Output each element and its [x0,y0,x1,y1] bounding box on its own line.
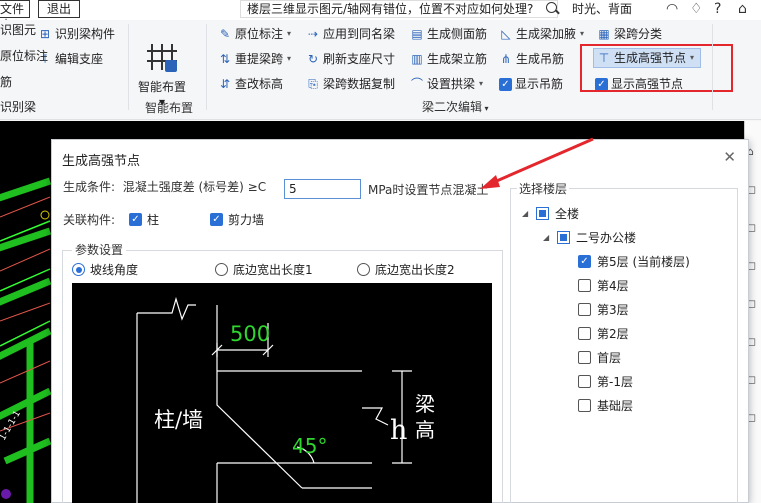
dialog-title: 生成高强节点 [62,154,141,169]
ribbon-item-left-0[interactable]: 识图元 [0,22,36,38]
radio-bottom-width-2[interactable]: 底边宽出长度2 [357,261,455,278]
shear-wall-checkbox[interactable]: ✓ 剪力墙 [210,211,264,228]
apply-icon: ⇢ [307,27,319,41]
checkbox-checked: ✓ [210,213,223,226]
tree-node-floor[interactable]: ✓ 第5层 (当前楼层) [578,253,690,270]
bell-icon[interactable]: ♢ [690,0,703,18]
gen-haunch-button[interactable]: ◺ 生成梁加腋 ▾ [499,26,584,42]
shirt-icon[interactable]: ⌂ [738,0,747,18]
tree-node-floor[interactable]: 基础层 [578,397,633,414]
checkbox-unchecked[interactable] [578,399,591,412]
collapse-icon[interactable]: ◢ [522,209,530,218]
beam-height-label-1: 梁 [415,392,435,416]
set-arch-beam-button[interactable]: ⌒ 设置拱梁 ▾ [410,76,483,92]
ribbon-item-left-cut[interactable]: 筋 [0,74,12,90]
group-label-smart: 智能布置 [145,101,194,115]
group-label-beam2: 梁二次编辑 ▾ [422,100,489,114]
strength-diff-input[interactable]: 5 [284,179,361,199]
tree-node-floor[interactable]: 第4层 [578,277,629,294]
headset-icon[interactable]: ◠ [666,0,678,18]
separator [712,24,713,110]
folder-button[interactable]: 文件夹 [0,0,30,32]
elevation-icon: ⇵ [219,77,231,91]
identify-icon: ⊞ [39,27,51,41]
node-preview: 500 柱/墙 45° h 梁 高 [72,283,492,503]
checkbox-checked: ✓ [129,213,142,226]
tree-node-floor[interactable]: 第2层 [578,325,629,342]
search-input[interactable]: 楼层三维显示图元/轴网有错位，位置不对应如何处理? [240,0,558,18]
tree-node-building[interactable]: ◢ 二号办公楼 [543,229,636,246]
original-annotation-button[interactable]: ✎ 原位标注 ▾ [218,26,291,42]
ribbon-item-left-4[interactable]: 识别梁 [0,99,36,115]
condition-label: 生成条件: 混凝土强度差 (标号差) ≥C [63,180,267,194]
h-label: h [390,415,407,446]
span-class-icon: ▦ [598,27,610,41]
exit-button[interactable]: 退出 [38,0,80,18]
apply-same-name-button[interactable]: ⇢ 应用到同名梁 [306,26,395,42]
related-members-label: 关联构件: [63,213,116,227]
checkbox-unchecked[interactable] [578,327,591,340]
checkbox-checked[interactable]: ✓ [578,255,591,268]
span-classify-button[interactable]: ▦ 梁跨分类 [597,26,662,42]
erect-rebar-icon: ▥ [411,52,423,66]
checkbox-unchecked[interactable] [578,375,591,388]
beam-height-label-2: 高 [415,418,435,442]
search-icon[interactable] [546,2,557,13]
show-hanger-checkbox[interactable]: ✓ 显示吊筋 [499,76,563,92]
node-diagram: 500 柱/墙 45° h 梁 高 [136,296,435,503]
radio-selected [72,263,85,276]
user-link[interactable]: 时光、背面 [572,0,632,18]
params-label: 参数设置 [72,241,127,258]
checkbox-unchecked[interactable] [578,351,591,364]
checkbox-unchecked[interactable] [578,303,591,316]
radio-unselected [215,263,228,276]
radio-bottom-width-1[interactable]: 底边宽出长度1 [215,261,313,278]
edit-support-button[interactable]: ⊺ 编辑支座 [38,51,103,67]
collapse-icon[interactable]: ◢ [543,233,551,242]
copy-icon: ⎘ [308,77,318,91]
column-wall-label: 柱/墙 [154,408,203,432]
refresh-support-button[interactable]: ↻ 刷新支座尺寸 [306,51,395,67]
radio-slope-angle[interactable]: 坡线角度 [72,261,138,278]
separator [128,24,129,110]
separator [206,24,207,110]
checkbox-partial[interactable] [536,207,549,220]
grid-layout-icon [147,42,177,72]
angle-label: 45° [292,434,327,458]
annotation-icon: ✎ [219,27,231,41]
side-rebar-icon: ▤ [411,27,423,41]
radio-unselected [357,263,370,276]
dim-500-label: 500 [230,322,270,346]
re-extract-span-button[interactable]: ⇅ 重提梁跨 ▾ [218,51,291,67]
help-icon[interactable]: ? [714,0,721,18]
check-elevation-button[interactable]: ⇵ 查改标高 [218,76,283,92]
checkbox-partial[interactable] [557,231,570,244]
copy-span-data-button[interactable]: ⎘ 梁跨数据复制 [306,76,395,92]
checkbox-checked: ✓ [499,77,512,91]
gen-hanger-button[interactable]: ⋔ 生成吊筋 [499,51,564,67]
checkbox-unchecked[interactable] [578,279,591,292]
gen-erect-rebar-button[interactable]: ▥ 生成架立筋 [410,51,487,67]
gen-side-rebar-button[interactable]: ▤ 生成侧面筋 [410,26,487,42]
refresh-icon: ↻ [307,52,319,66]
tree-node-floor[interactable]: 第3层 [578,301,629,318]
column-checkbox[interactable]: ✓ 柱 [129,211,159,228]
annotation-arrow [480,137,594,189]
tree-node-floor[interactable]: 第-1层 [578,373,633,390]
haunch-icon: ◺ [501,27,511,41]
highlight-box [580,44,733,92]
support-icon: ⊺ [41,52,49,66]
re-extract-icon: ⇅ [219,52,231,66]
top-bar: 文件夹 退出 楼层三维显示图元/轴网有错位，位置不对应如何处理? 时光、背面 ◠… [0,0,761,32]
ribbon-toolbar: 识图元 原位标注 筋 识别梁 ⊞ 识别梁构件 ⊺ 编辑支座 智能布置 ▾ 智能布置 … [0,20,761,120]
arch-icon: ⌒ [410,77,423,91]
gen-high-strength-dialog: 生成高强节点 ✕ 生成条件: 混凝土强度差 (标号差) ≥C 5 MPa时设置节… [51,139,749,503]
identify-beam-button[interactable]: ⊞ 识别梁构件 [38,26,115,42]
tree-node-floor[interactable]: 首层 [578,349,621,366]
tree-node-all[interactable]: ◢ 全楼 [522,205,579,222]
hanger-icon: ⋔ [500,52,512,66]
close-icon[interactable]: ✕ [723,148,736,166]
